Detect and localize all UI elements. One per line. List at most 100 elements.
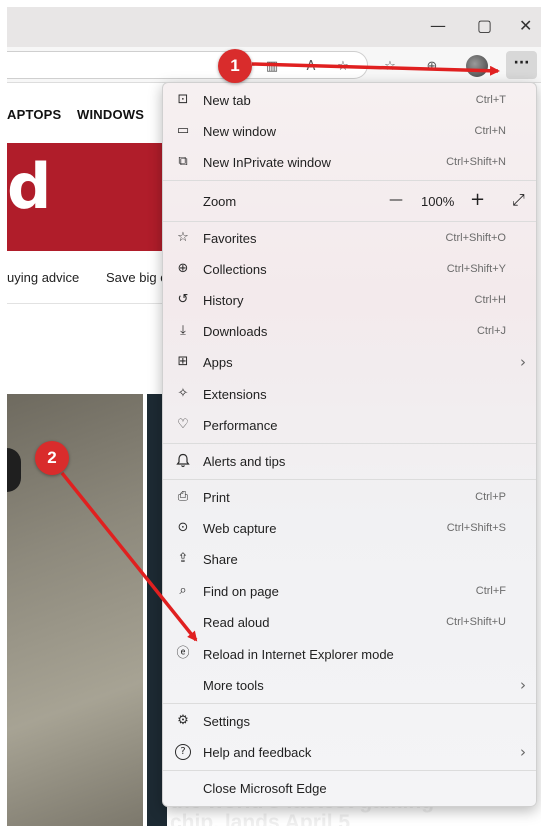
menu-separator <box>163 479 536 480</box>
menu-item-label: History <box>203 293 244 308</box>
menu-item-reload-ie-mode[interactable]: ⓔ Reload in Internet Explorer mode <box>163 639 536 669</box>
ie-mode-icon: ⓔ <box>176 646 190 661</box>
menu-item-label: Read aloud <box>203 615 270 630</box>
menu-item-label: Extensions <box>203 387 267 402</box>
history-icon: ↺ <box>177 292 189 307</box>
menu-item-label: Downloads <box>203 324 268 339</box>
print-icon: ⎙ <box>177 489 189 504</box>
title-bar <box>7 7 541 47</box>
extensions-icon: ✧ <box>177 386 189 401</box>
menu-item-label: Settings <box>203 714 250 729</box>
menu-separator <box>163 703 536 704</box>
site-nav-laptops[interactable]: APTOPS <box>7 107 61 122</box>
settings-and-more-button[interactable]: ··· <box>506 51 537 79</box>
downloads-icon: ⤓ <box>180 323 186 338</box>
menu-item-shortcut: Ctrl+Shift+Y <box>446 263 506 275</box>
more-tools-icon <box>175 677 191 693</box>
menu-item-label: More tools <box>203 678 264 693</box>
menu-item-apps[interactable]: ⊞ Apps › <box>163 347 536 377</box>
new-tab-icon: ⊡ <box>177 92 189 107</box>
profile-avatar[interactable] <box>466 55 488 77</box>
menu-item-new-window[interactable]: ▭ New window Ctrl+N <box>163 116 536 146</box>
web-capture-icon: ⊙ <box>177 520 189 535</box>
collections-icon: ⊕ <box>177 261 189 276</box>
menu-item-label: Find on page <box>203 584 279 599</box>
menu-separator <box>163 180 536 181</box>
menu-item-collections[interactable]: ⊕ Collections Ctrl+Shift+Y <box>163 254 536 284</box>
favorites-icon: ☆ <box>177 230 189 245</box>
split-screen-icon[interactable]: ▥ <box>264 59 280 75</box>
menu-item-find-on-page[interactable]: ⌕ Find on page Ctrl+F <box>163 576 536 606</box>
minimize-button[interactable]: — <box>430 16 446 35</box>
menu-item-shortcut: Ctrl+J <box>476 325 506 337</box>
subnav-buying-advice[interactable]: uying advice <box>7 270 79 285</box>
menu-item-label: New window <box>203 124 276 139</box>
settings-and-more-menu: ⊡ New tab Ctrl+T ▭ New window Ctrl+N ⧉ N… <box>162 82 537 807</box>
read-aloud-icon <box>175 614 191 630</box>
menu-item-label: Close Microsoft Edge <box>203 781 327 796</box>
share-icon: ⇪ <box>177 551 189 566</box>
menu-item-label: Collections <box>203 262 267 277</box>
favorites-star-icon[interactable]: ☆ <box>335 59 351 75</box>
menu-item-alerts-and-tips[interactable]: Alerts and tips <box>163 446 536 476</box>
zoom-out-button[interactable]: — <box>389 192 403 208</box>
close-window-button[interactable]: ✕ <box>519 16 532 35</box>
find-icon: ⌕ <box>179 583 187 598</box>
maximize-button[interactable]: ▢ <box>477 16 492 35</box>
menu-item-close-edge[interactable]: Close Microsoft Edge <box>163 773 536 803</box>
menu-item-new-inprivate-window[interactable]: ⧉ New InPrivate window Ctrl+Shift+N <box>163 147 536 177</box>
menu-item-shortcut: Ctrl+F <box>475 585 506 597</box>
divider <box>7 303 165 304</box>
menu-item-shortcut: Ctrl+H <box>474 294 506 306</box>
chevron-right-icon: › <box>520 676 526 694</box>
annotation-badge-2: 2 <box>35 441 69 475</box>
new-window-icon: ▭ <box>176 123 190 138</box>
menu-item-downloads[interactable]: ⤓ Downloads Ctrl+J <box>163 316 536 346</box>
menu-item-shortcut: Ctrl+Shift+S <box>446 522 506 534</box>
menu-item-shortcut: Ctrl+Shift+N <box>446 156 506 168</box>
menu-item-shortcut: Ctrl+T <box>475 94 506 106</box>
collections-icon[interactable]: ⊕ <box>424 59 440 75</box>
menu-item-share[interactable]: ⇪ Share <box>163 544 536 574</box>
menu-item-extensions[interactable]: ✧ Extensions <box>163 379 536 409</box>
menu-item-performance[interactable]: ♡ Performance <box>163 410 536 440</box>
favorites-bar-icon[interactable]: ☆ <box>382 59 398 75</box>
zoom-in-button[interactable]: + <box>470 189 485 210</box>
menu-item-label: New tab <box>203 93 251 108</box>
menu-separator <box>163 443 536 444</box>
menu-item-label: Web capture <box>203 521 277 536</box>
bell-icon <box>175 453 191 469</box>
read-aloud-icon[interactable]: A <box>303 59 319 75</box>
menu-item-favorites[interactable]: ☆ Favorites Ctrl+Shift+O <box>163 223 536 253</box>
site-nav-windows[interactable]: WINDOWS <box>77 107 144 122</box>
menu-separator <box>163 221 536 222</box>
chevron-right-icon: › <box>520 743 526 761</box>
article-photo[interactable] <box>7 394 143 826</box>
menu-item-label: Zoom <box>203 194 237 209</box>
menu-item-shortcut: Ctrl+Shift+O <box>445 232 506 244</box>
inprivate-icon: ⧉ <box>178 154 188 169</box>
chevron-right-icon: › <box>520 353 526 371</box>
menu-item-label: Reload in Internet Explorer mode <box>203 647 394 662</box>
menu-item-label: Favorites <box>203 231 257 246</box>
article-headline-2[interactable]: chip, lands April 5 <box>170 811 350 826</box>
menu-item-label: Help and feedback <box>203 745 312 760</box>
menu-item-new-tab[interactable]: ⊡ New tab Ctrl+T <box>163 85 536 115</box>
fullscreen-button[interactable]: ⤢ <box>512 190 525 210</box>
subnav-save-big[interactable]: Save big c <box>106 270 167 285</box>
performance-icon: ♡ <box>177 417 189 432</box>
menu-separator <box>163 770 536 771</box>
menu-item-more-tools[interactable]: More tools › <box>163 670 536 700</box>
menu-item-shortcut: Ctrl+P <box>475 491 506 503</box>
menu-item-print[interactable]: ⎙ Print Ctrl+P <box>163 482 536 512</box>
menu-item-help-and-feedback[interactable]: ? Help and feedback › <box>163 737 536 767</box>
menu-item-web-capture[interactable]: ⊙ Web capture Ctrl+Shift+S <box>163 513 536 543</box>
menu-item-zoom: Zoom — 100% + ⤢ <box>163 184 536 218</box>
settings-icon: ⚙ <box>177 713 189 728</box>
menu-item-label: Apps <box>203 355 233 370</box>
menu-item-settings[interactable]: ⚙ Settings <box>163 706 536 736</box>
menu-item-read-aloud[interactable]: Read aloud Ctrl+Shift+U <box>163 607 536 637</box>
menu-item-shortcut: Ctrl+Shift+U <box>446 616 506 628</box>
menu-item-history[interactable]: ↺ History Ctrl+H <box>163 285 536 315</box>
menu-item-shortcut: Ctrl+N <box>474 125 506 137</box>
